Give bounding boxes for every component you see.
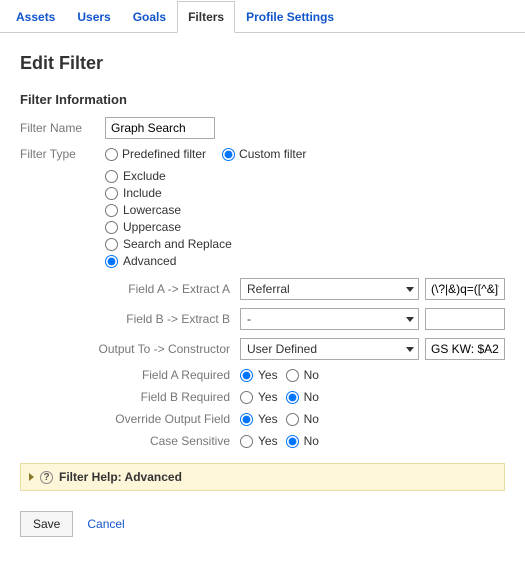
custom-radio[interactable] <box>222 148 235 161</box>
override-no[interactable] <box>286 413 299 426</box>
override-label: Override Output Field <box>40 412 240 426</box>
tab-bar: Assets Users Goals Filters Profile Setti… <box>0 0 525 33</box>
field-b-label: Field B -> Extract B <box>40 312 240 326</box>
tab-assets[interactable]: Assets <box>5 1 66 33</box>
opt-advanced-label: Advanced <box>123 254 176 268</box>
output-select[interactable]: User Defined <box>240 338 419 360</box>
opt-include-radio[interactable] <box>105 187 118 200</box>
custom-label: Custom filter <box>239 147 306 161</box>
field-a-select[interactable]: Referral <box>240 278 419 300</box>
field-b-required-yes[interactable] <box>240 391 253 404</box>
field-b-select[interactable]: - <box>240 308 419 330</box>
field-a-required-no[interactable] <box>286 369 299 382</box>
output-input[interactable] <box>425 338 505 360</box>
page-title: Edit Filter <box>20 53 505 74</box>
opt-lowercase-label: Lowercase <box>123 203 181 217</box>
opt-exclude-label: Exclude <box>123 169 166 183</box>
tab-goals[interactable]: Goals <box>122 1 177 33</box>
predefined-radio[interactable] <box>105 148 118 161</box>
predefined-label: Predefined filter <box>122 147 206 161</box>
field-a-input[interactable] <box>425 278 505 300</box>
filter-name-label: Filter Name <box>20 121 105 135</box>
expand-right-icon <box>29 473 34 481</box>
field-a-select-value: Referral <box>247 282 290 296</box>
cancel-link[interactable]: Cancel <box>87 517 124 531</box>
custom-filter-options: Exclude Include Lowercase Uppercase Sear… <box>105 169 505 268</box>
filter-name-input[interactable] <box>105 117 215 139</box>
field-a-label: Field A -> Extract A <box>40 282 240 296</box>
opt-search-replace-radio[interactable] <box>105 238 118 251</box>
opt-search-replace-label: Search and Replace <box>123 237 232 251</box>
caret-down-icon <box>406 287 414 292</box>
advanced-settings: Field A -> Extract A Referral Field B ->… <box>40 278 505 448</box>
field-b-select-value: - <box>247 312 251 326</box>
tab-filters[interactable]: Filters <box>177 1 235 33</box>
caret-down-icon <box>406 347 414 352</box>
tab-users[interactable]: Users <box>66 1 121 33</box>
opt-uppercase-radio[interactable] <box>105 221 118 234</box>
field-a-required-label: Field A Required <box>40 368 240 382</box>
section-title: Filter Information <box>20 92 505 107</box>
opt-advanced-radio[interactable] <box>105 255 118 268</box>
output-label: Output To -> Constructor <box>40 342 240 356</box>
field-b-required-label: Field B Required <box>40 390 240 404</box>
case-yes[interactable] <box>240 435 253 448</box>
save-button[interactable]: Save <box>20 511 73 537</box>
field-b-required-no[interactable] <box>286 391 299 404</box>
caret-down-icon <box>406 317 414 322</box>
opt-uppercase-label: Uppercase <box>123 220 181 234</box>
filter-help-panel[interactable]: ? Filter Help: Advanced <box>20 463 505 491</box>
case-no[interactable] <box>286 435 299 448</box>
case-label: Case Sensitive <box>40 434 240 448</box>
opt-exclude-radio[interactable] <box>105 170 118 183</box>
output-select-value: User Defined <box>247 342 317 356</box>
tab-profile-settings[interactable]: Profile Settings <box>235 1 345 33</box>
override-yes[interactable] <box>240 413 253 426</box>
opt-include-label: Include <box>123 186 162 200</box>
filter-type-label: Filter Type <box>20 147 105 161</box>
field-a-required-yes[interactable] <box>240 369 253 382</box>
field-b-input[interactable] <box>425 308 505 330</box>
help-icon: ? <box>40 471 53 484</box>
opt-lowercase-radio[interactable] <box>105 204 118 217</box>
help-title: Filter Help: Advanced <box>59 470 182 484</box>
